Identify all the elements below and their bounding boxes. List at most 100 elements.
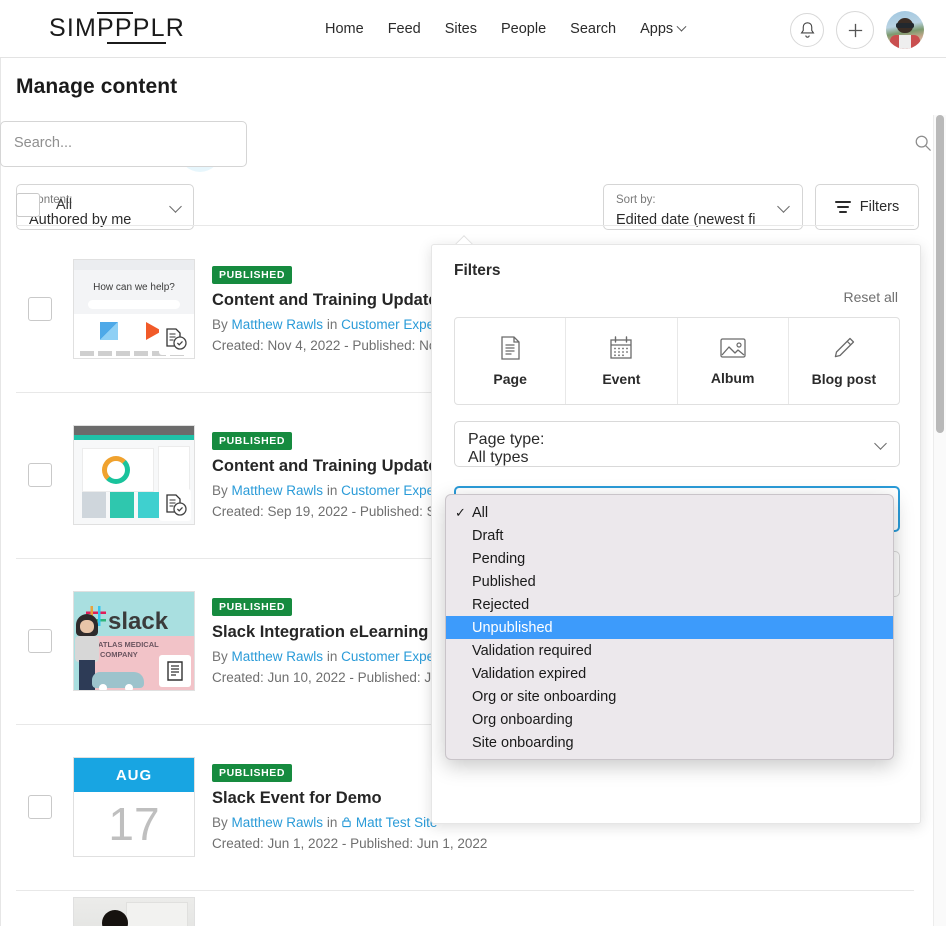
search-box[interactable] [0,121,931,167]
page-check-glyph [166,328,187,350]
type-filter-event[interactable]: Event [566,318,678,404]
bell-icon [800,22,814,38]
site-link[interactable]: Matt Test Site [356,815,438,830]
nav-label: Apps [640,21,674,37]
author-link[interactable]: Matthew Rawls [232,649,324,664]
option-label: All [472,504,489,521]
dropdown-option-all[interactable]: ✓ All [446,501,893,524]
select-all-row: All [0,184,946,226]
simpplr-logo[interactable]: SIMPPPLR [49,12,185,44]
top-navigation-bar: SIMPPPLR Home Feed Sites People Search A… [0,0,946,58]
row-checkbox[interactable] [28,795,52,819]
type-filter-blog-post[interactable]: Blog post [789,318,899,404]
page-type-select[interactable]: Page type: All types [454,421,900,467]
page-type-label: Page type: [468,431,545,448]
thumbnail-calendar: AUG 17 [74,758,194,856]
option-label: Pending [472,550,526,567]
status-badge: PUBLISHED [212,432,293,450]
dropdown-option-published[interactable]: Published [446,570,893,593]
nav-link-search[interactable]: Search [570,21,616,37]
row-thumbnail[interactable]: AUG 17 [73,757,195,857]
image-icon [719,338,746,358]
row-thumbnail[interactable] [73,425,195,525]
filters-panel-title: Filters [454,262,501,279]
dropdown-option-validation-expired[interactable]: Validation expired [446,662,893,685]
primary-nav-links: Home Feed Sites People Search Apps [325,0,687,58]
controls-row: Content: Authored by me Sort by: Edited … [0,121,946,230]
dropdown-option-validation-required[interactable]: Validation required [446,639,893,662]
search-input[interactable] [14,121,204,165]
option-label: Validation required [472,642,592,659]
select-all-checkbox[interactable] [16,193,40,217]
option-label: Unpublished [472,619,553,636]
content-type-grid: Page Event Album Blog post [454,317,900,405]
in-word: in [326,815,338,830]
plus-icon [848,23,862,37]
row-checkbox[interactable] [28,629,52,653]
nav-label: Sites [444,21,477,37]
nav-label: People [501,21,547,37]
page-type-value: All types [468,449,529,466]
type-filter-label: Blog post [811,371,877,387]
page-check-glyph [166,494,187,516]
check-icon: ✓ [455,504,466,520]
page-title: Manage content [16,75,178,98]
create-button[interactable] [836,11,874,49]
dropdown-option-rejected[interactable]: Rejected [446,593,893,616]
author-link[interactable]: Matthew Rawls [232,483,324,498]
row-thumbnail[interactable] [73,897,195,926]
page-icon [159,655,191,687]
type-filter-page[interactable]: Page [455,318,567,404]
nav-right-actions [790,11,924,49]
by-prefix: By [212,649,228,664]
app-root: SIMPPPLR Home Feed Sites People Search A… [0,0,946,926]
search-icon[interactable] [914,134,932,152]
option-label: Draft [472,527,504,544]
reset-all-button[interactable]: Reset all [844,289,898,305]
scrollbar-thumb[interactable] [936,115,944,433]
status-dropdown-menu[interactable]: ✓ All Draft Pending Published Rejected Un… [445,494,894,760]
row-checkbox[interactable] [28,297,52,321]
nav-label: Feed [387,21,421,37]
dropdown-option-org-or-site-onboarding[interactable]: Org or site onboarding [446,685,893,708]
row-thumbnail[interactable]: How can we help? [73,259,195,359]
dropdown-option-unpublished[interactable]: Unpublished [446,616,893,639]
option-label: Org onboarding [472,711,573,728]
nav-link-feed[interactable]: Feed [388,21,421,37]
nav-link-sites[interactable]: Sites [445,21,477,37]
by-prefix: By [212,483,228,498]
by-prefix: By [212,317,228,332]
select-all-label: All [56,197,73,213]
dropdown-option-pending[interactable]: Pending [446,547,893,570]
nav-link-home[interactable]: Home [325,21,364,37]
dropdown-option-org-onboarding[interactable]: Org onboarding [446,708,893,731]
row-checkbox[interactable] [28,463,52,487]
page-check-icon [159,489,191,521]
author-link[interactable]: Matthew Rawls [232,815,324,830]
calendar-day: 17 [108,798,160,850]
dropdown-option-draft[interactable]: Draft [446,524,893,547]
avatar[interactable] [886,11,924,49]
type-filter-label: Album [710,370,755,386]
nav-link-people[interactable]: People [501,21,546,37]
filters-panel-arrow [455,234,473,244]
lock-icon [342,817,351,828]
page-body: Manage content Content: Authored by me S… [0,58,946,926]
pencil-icon [834,337,855,358]
document-icon [501,336,520,360]
type-filter-album[interactable]: Album [678,318,789,404]
dropdown-option-site-onboarding[interactable]: Site onboarding [446,731,893,754]
chevron-down-icon [874,437,887,450]
list-item[interactable] [0,890,946,926]
nav-link-apps[interactable]: Apps [640,21,687,37]
option-label: Published [472,573,536,590]
option-label: Org or site onboarding [472,688,617,705]
notifications-button[interactable] [790,13,824,47]
author-link[interactable]: Matthew Rawls [232,317,324,332]
by-prefix: By [212,815,228,830]
nav-label: Home [325,21,364,37]
status-badge: PUBLISHED [212,266,293,284]
type-filter-label: Event [602,371,641,387]
page-glyph [167,661,183,681]
row-thumbnail[interactable]: slack ATLAS MEDICAL COMPANY [73,591,195,691]
